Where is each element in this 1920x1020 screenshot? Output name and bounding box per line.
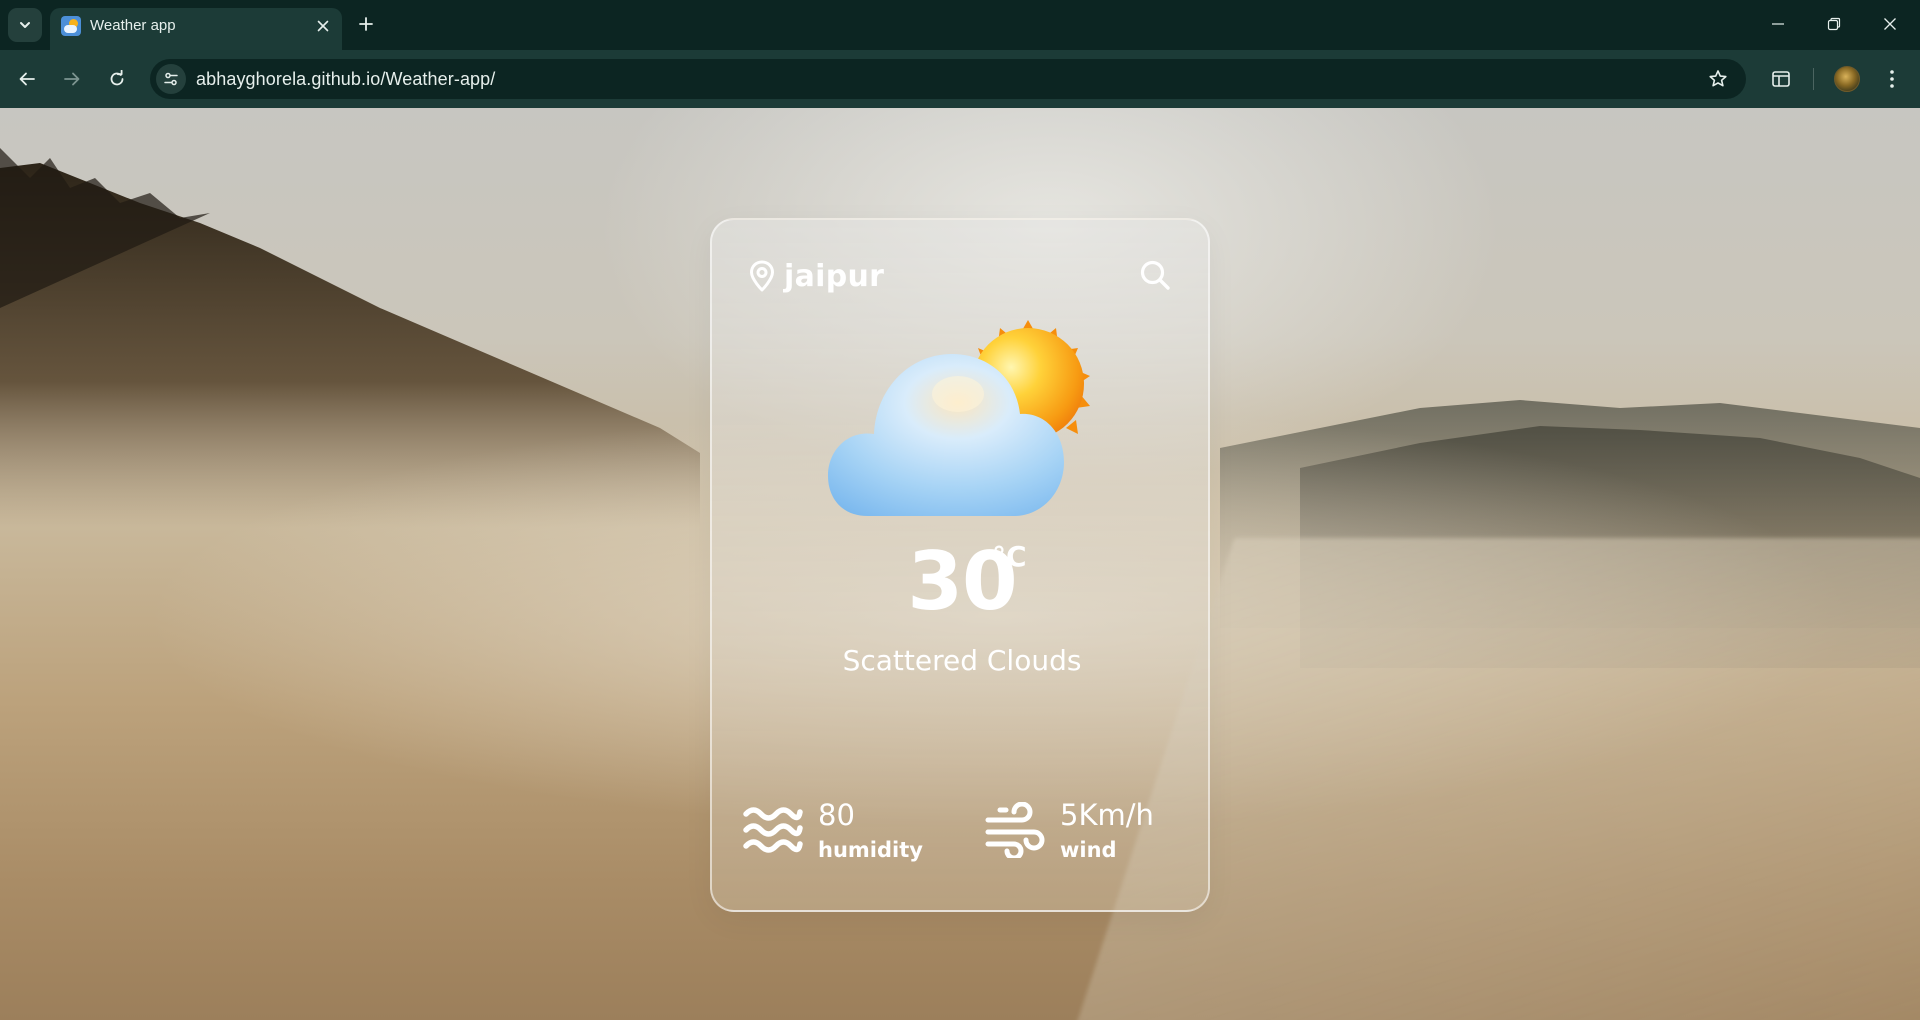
wind-label: wind <box>1060 838 1117 862</box>
restore-button[interactable] <box>1806 0 1862 48</box>
forward-button[interactable] <box>55 62 89 96</box>
search-icon <box>1140 260 1170 290</box>
browser-tab[interactable]: Weather app <box>50 8 342 50</box>
reload-icon <box>110 70 124 86</box>
close-icon <box>1884 18 1896 30</box>
restore-icon <box>1827 17 1841 31</box>
wind-stat: 5Km/h wind <box>984 794 1184 864</box>
plus-icon <box>359 17 373 31</box>
close-icon <box>317 20 329 32</box>
weather-card: jaipur 30 °C Scattered Clouds 80 humidit… <box>710 218 1210 912</box>
temperature-unit: °C <box>992 540 1027 573</box>
url-text[interactable]: abhayghorela.github.io/Weather-app/ <box>196 69 495 90</box>
menu-button[interactable] <box>1875 62 1909 96</box>
tab-title: Weather app <box>90 17 176 34</box>
new-tab-button[interactable] <box>352 10 380 38</box>
chevron-down-icon <box>20 22 30 28</box>
humidity-value: 80 <box>818 798 855 832</box>
humidity-label: humidity <box>818 838 923 862</box>
address-bar[interactable]: abhayghorela.github.io/Weather-app/ <box>150 59 1746 99</box>
tab-search-button[interactable] <box>8 8 42 42</box>
city-name[interactable]: jaipur <box>784 259 884 294</box>
site-info-button[interactable] <box>156 64 186 94</box>
sun-behind-cloud-icon <box>828 320 1090 516</box>
tab-close-button[interactable] <box>312 15 334 37</box>
minimize-icon <box>1772 23 1784 25</box>
star-icon <box>1709 70 1727 87</box>
map-pin-icon <box>748 259 776 293</box>
close-window-button[interactable] <box>1862 0 1918 48</box>
arrow-left-icon <box>19 72 35 86</box>
humidity-stat: 80 humidity <box>742 794 942 864</box>
bookmark-button[interactable] <box>1704 65 1732 93</box>
side-panel-button[interactable] <box>1764 62 1798 96</box>
tune-icon <box>164 72 178 86</box>
wind-icon <box>985 802 1045 858</box>
temperature-block: 30 °C <box>712 540 1212 622</box>
tab-strip: Weather app <box>0 0 1920 50</box>
reload-button[interactable] <box>100 62 134 96</box>
side-panel-icon <box>1772 71 1790 87</box>
waves-icon <box>743 807 803 853</box>
profile-avatar[interactable] <box>1834 66 1860 92</box>
wind-value: 5Km/h <box>1060 798 1154 832</box>
search-button[interactable] <box>1138 258 1172 292</box>
weather-condition: Scattered Clouds <box>842 644 1082 677</box>
location-row: jaipur <box>748 256 884 296</box>
weather-favicon-icon <box>61 16 81 36</box>
toolbar-divider <box>1813 68 1814 90</box>
minimize-button[interactable] <box>1750 0 1806 48</box>
browser-toolbar: abhayghorela.github.io/Weather-app/ <box>0 50 1920 108</box>
arrow-right-icon <box>64 72 80 86</box>
kebab-menu-icon <box>1890 70 1894 88</box>
back-button[interactable] <box>10 62 44 96</box>
